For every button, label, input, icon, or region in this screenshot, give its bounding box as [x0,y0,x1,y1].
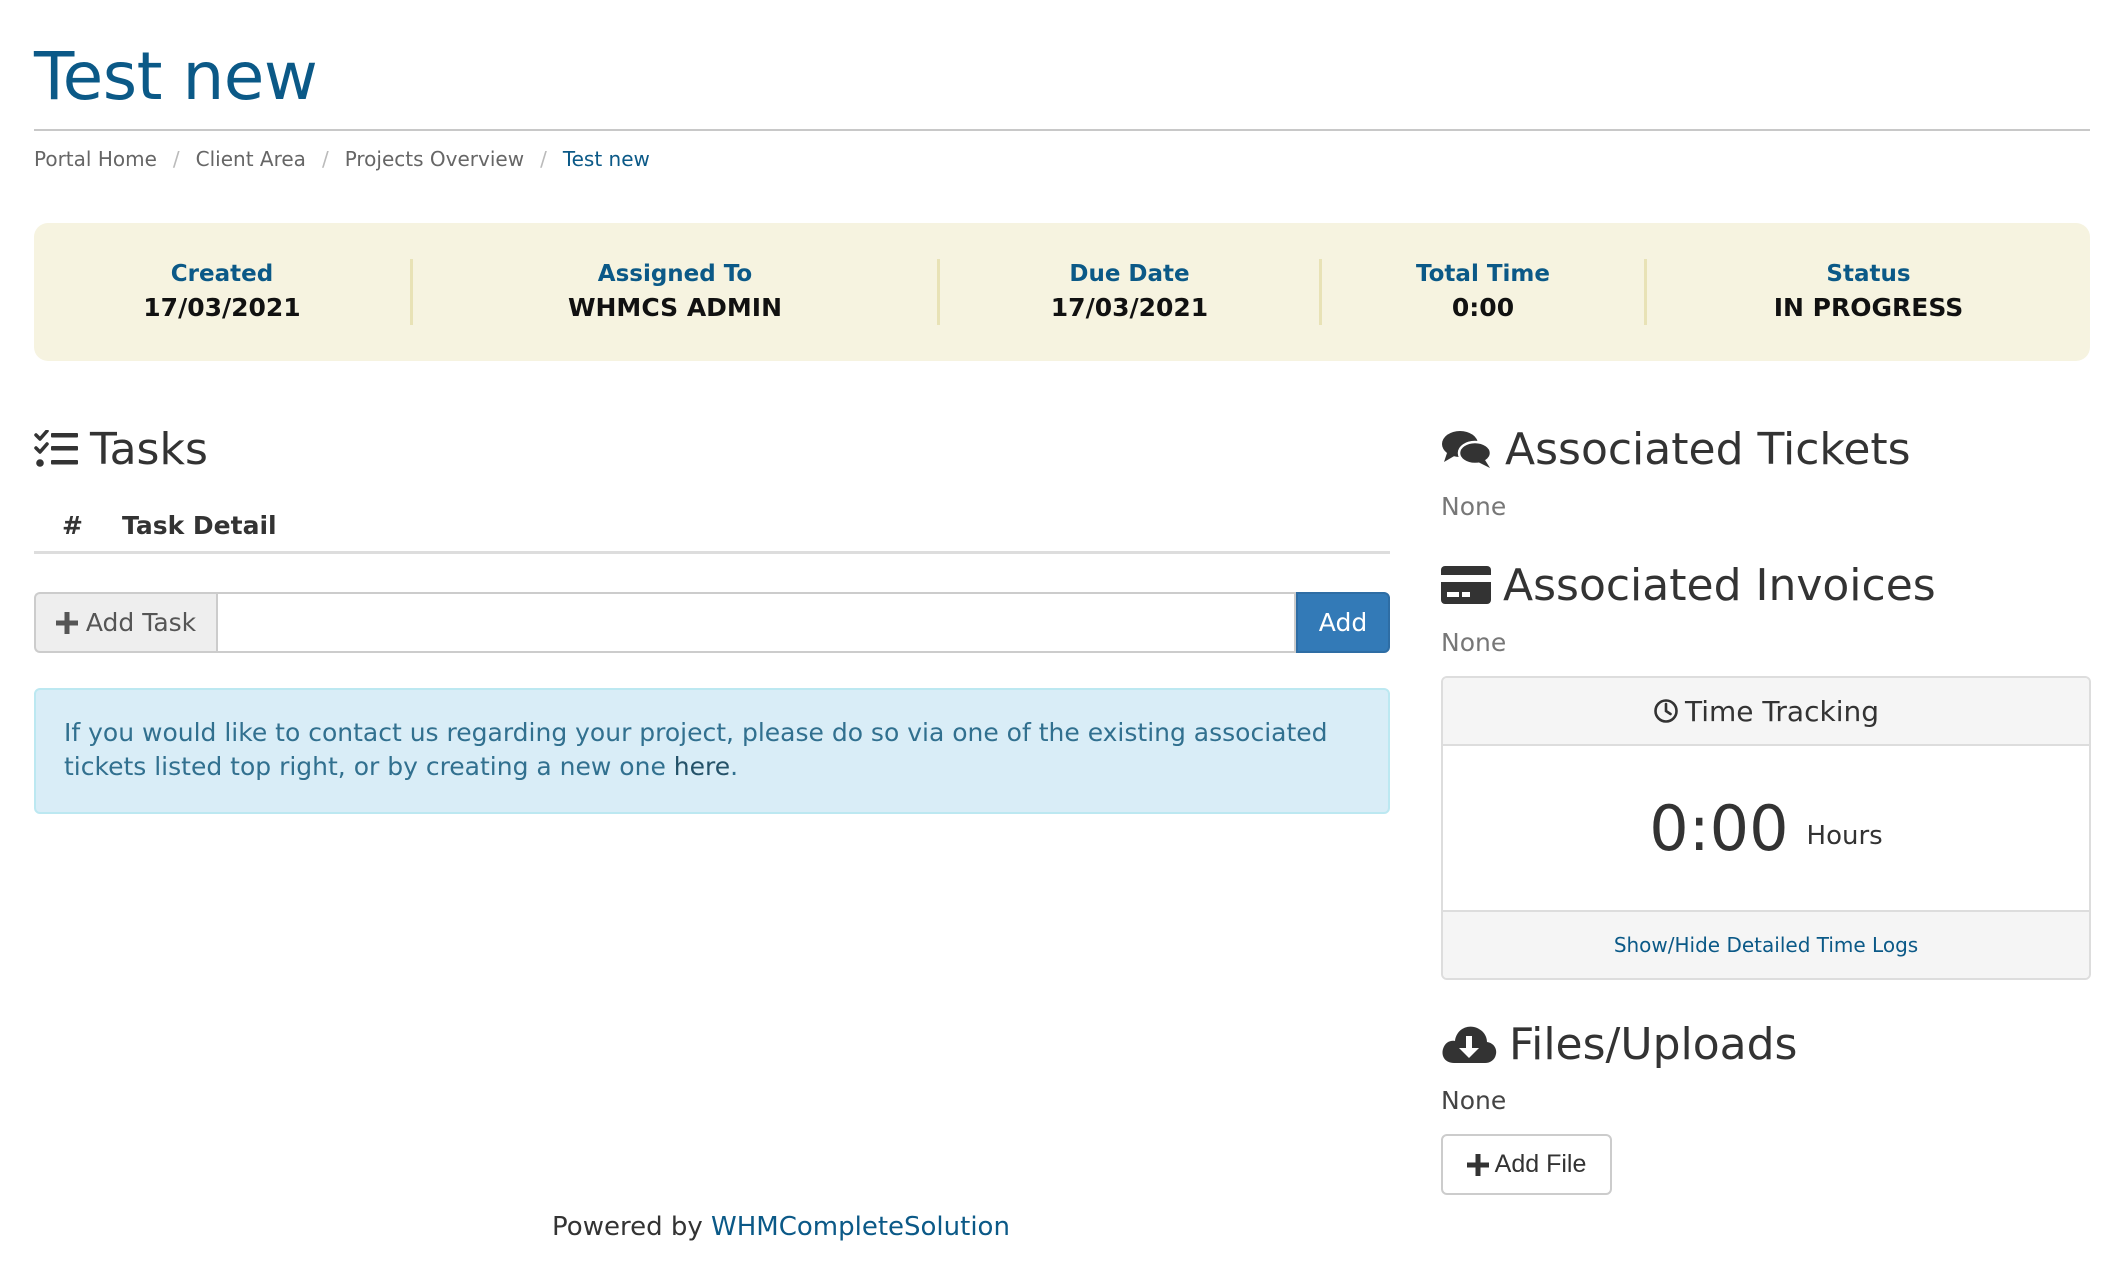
comments-icon [1442,431,1493,468]
invoices-heading: Associated Invoices [1441,554,1936,616]
breadcrumb-current: Test new [562,147,650,171]
add-task-input[interactable] [216,592,1296,653]
tasks-heading: Tasks [34,418,208,480]
add-task-form: Add Task Add [34,592,1390,653]
breadcrumb-projects-overview[interactable]: Projects Overview [345,147,524,171]
summary-label: Created [170,261,274,287]
invoices-heading-label: Associated Invoices [1503,559,1936,611]
files-heading-label: Files/Uploads [1509,1018,1798,1070]
files-empty: None [1441,1086,1507,1115]
tasks-heading-label: Tasks [90,423,208,475]
page-footer: Powered by WHMCompleteSolution [0,1212,1562,1242]
breadcrumb: Portal Home / Client Area / Projects Ove… [34,146,650,172]
alert-suffix: . [730,752,739,781]
credit-card-icon [1441,566,1491,604]
tasks-table-header: # Task Detail [34,500,1390,554]
footer-whmcs-link[interactable]: WHMCompleteSolution [711,1212,1010,1242]
summary-value: 17/03/2021 [143,293,301,322]
plus-icon [55,611,78,634]
time-tracking-value: 0:00 [1649,791,1789,865]
add-file-label: Add File [1494,1150,1587,1178]
summary-value: 0:00 [1451,293,1515,322]
summary-assigned-to: Assigned To WHMCS ADMIN [413,256,937,328]
time-tracking-footer: Show/Hide Detailed Time Logs [1443,910,2089,978]
clock-icon [1654,699,1678,723]
time-tracking-header: Time Tracking [1443,678,2089,746]
column-number: # [62,511,83,540]
breadcrumb-separator: / [172,147,180,171]
footer-prefix: Powered by [552,1212,712,1242]
summary-total-time: Total Time 0:00 [1322,256,1644,328]
time-tracking-unit: Hours [1806,821,1883,851]
add-task-addon: Add Task [34,592,216,653]
status-badge: IN PROGRESS [1773,293,1964,322]
cloud-download-icon [1442,1026,1497,1063]
tickets-heading-label: Associated Tickets [1505,423,1911,475]
create-ticket-link[interactable]: here [674,752,730,781]
time-tracking-title: Time Tracking [1685,694,1879,728]
tasks-list-icon [34,430,78,467]
summary-label: Status [1826,261,1911,287]
summary-value: 17/03/2021 [1050,293,1209,322]
summary-created: Created 17/03/2021 [34,256,410,328]
plus-icon [1466,1153,1489,1176]
page-title: Test new [34,38,318,115]
breadcrumb-separator: / [321,147,329,171]
add-task-addon-label: Add Task [85,608,197,637]
add-file-button[interactable]: Add File [1441,1134,1612,1195]
contact-info-alert: If you would like to contact us regardin… [34,688,1390,814]
summary-label: Due Date [1069,261,1190,287]
tickets-heading: Associated Tickets [1441,418,1911,480]
summary-status: Status IN PROGRESS [1647,256,2090,328]
column-task-detail: Task Detail [122,511,277,540]
summary-value: WHMCS ADMIN [567,293,783,322]
summary-label: Assigned To [597,261,753,287]
toggle-time-logs-link[interactable]: Show/Hide Detailed Time Logs [1614,933,1918,957]
files-heading: Files/Uploads [1441,1013,1797,1075]
tickets-empty: None [1441,492,1507,521]
title-divider [34,129,2090,131]
time-tracking-panel: Time Tracking 0:00 Hours Show/Hide Detai… [1441,676,2091,980]
breadcrumb-separator: / [540,147,547,171]
project-summary-bar: Created 17/03/2021 Assigned To WHMCS ADM… [34,223,2090,361]
breadcrumb-portal-home[interactable]: Portal Home [34,147,157,171]
breadcrumb-client-area[interactable]: Client Area [196,147,306,171]
add-task-button[interactable]: Add [1296,592,1390,653]
summary-due-date: Due Date 17/03/2021 [940,256,1319,328]
time-tracking-body: 0:00 Hours [1443,746,2089,910]
invoices-empty: None [1441,628,1507,657]
summary-label: Total Time [1416,261,1550,287]
